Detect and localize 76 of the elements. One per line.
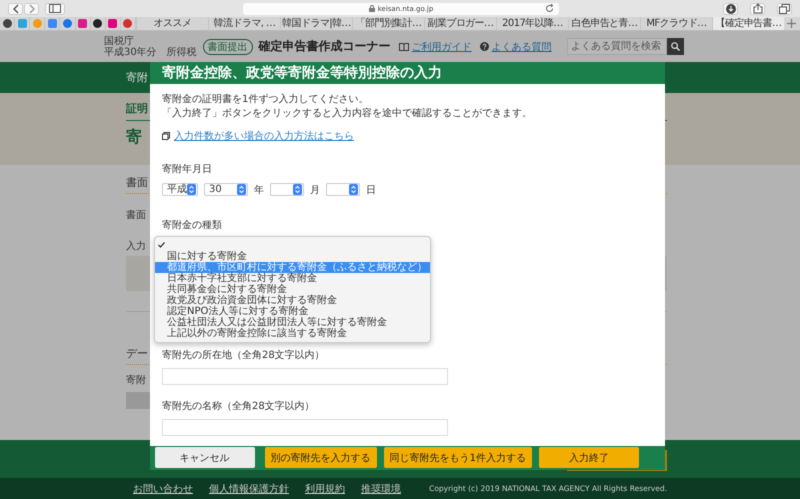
- browser-tab[interactable]: 「部門別集計…: [352, 17, 424, 30]
- search-icon: [671, 42, 680, 51]
- dropdown-option[interactable]: 日本赤十字社支部に対する寄附金: [155, 272, 430, 284]
- share-button[interactable]: [750, 2, 765, 14]
- unit-label: 月: [310, 184, 320, 197]
- chevron-right-icon: [28, 4, 36, 14]
- unit-label: 日: [366, 184, 376, 197]
- dialog-button[interactable]: キャンセル: [154, 447, 255, 468]
- tax-year: 平成30年分 所得税: [104, 46, 197, 58]
- back-button[interactable]: [8, 2, 23, 14]
- field-label: 寄附金の種類: [162, 218, 222, 232]
- dropdown-option[interactable]: 公益社団法人又は公益財団法人等に対する寄附金: [155, 316, 430, 328]
- lock-icon: [368, 5, 375, 12]
- section-heading: デー: [126, 346, 148, 361]
- footer-link[interactable]: お問い合わせ: [133, 482, 193, 496]
- sidebar-icon: [49, 4, 61, 13]
- text-field[interactable]: [162, 368, 448, 385]
- footer-link[interactable]: 個人情報保護方針: [209, 482, 289, 496]
- page-title: 寄: [126, 127, 142, 148]
- dropdown-option[interactable]: 共同募金会に対する寄附金: [155, 284, 430, 295]
- dropdown-option[interactable]: 政党及び政治資金団体に対する寄附金: [155, 294, 430, 306]
- browser-tab[interactable]: 白色申告と青…: [568, 17, 640, 30]
- dialog-title: 寄附金控除、政党等寄附金等特別控除の入力: [162, 64, 442, 82]
- footer-link[interactable]: 利用規約: [305, 482, 345, 496]
- browser-tab[interactable]: オススメ: [136, 17, 208, 30]
- tabs-button[interactable]: [777, 2, 792, 14]
- field-label: 寄附: [126, 374, 146, 387]
- search-button[interactable]: [667, 38, 684, 55]
- stepper-icon: [237, 184, 246, 196]
- field-label: 寄附年月日: [162, 162, 212, 176]
- browser-tab[interactable]: 副業ブロガー…: [424, 17, 496, 30]
- agency-name: 国税庁: [104, 36, 135, 46]
- footer-link[interactable]: 推奨環境: [361, 482, 401, 496]
- dialog-button[interactable]: 同じ寄附先をもう1件入力する: [384, 447, 532, 468]
- field-label: 寄附先の所在地（全角28文字以内）: [162, 348, 325, 362]
- instruction-text: 「入力終了」ボタンをクリックすると入力内容を途中で確認することができます。: [162, 106, 532, 121]
- select-field[interactable]: [270, 183, 304, 196]
- help-icon: [480, 42, 489, 51]
- download-button[interactable]: [723, 2, 738, 14]
- browser-tab[interactable]: 【確定申告書…: [712, 17, 784, 30]
- text-field[interactable]: [162, 418, 448, 436]
- section-heading: 書面: [126, 175, 148, 190]
- tabs-icon: [779, 4, 790, 14]
- dropdown-option[interactable]: 上記以外の寄附金控除に該当する寄附金: [155, 328, 430, 339]
- browser-tab[interactable]: 韓流ドラマ, …: [208, 17, 280, 30]
- field-label: 入力: [126, 240, 146, 253]
- field-label: 寄附先の名称（全角28文字以内）: [162, 400, 315, 413]
- window-icon: [162, 132, 170, 140]
- select-field[interactable]: 30: [204, 183, 248, 196]
- field-label: 書面: [126, 208, 146, 222]
- chevron-left-icon: [12, 4, 20, 14]
- dropdown-option[interactable]: 認定NPO法人等に対する寄附金: [155, 306, 430, 317]
- step-label: 証明: [126, 101, 148, 116]
- reload-icon[interactable]: [545, 4, 554, 13]
- browser-tab[interactable]: 2017年以降…: [496, 17, 568, 30]
- stepper-icon: [293, 184, 302, 196]
- unit-label: 年: [254, 184, 264, 197]
- site-title: 確定申告書作成コーナー: [258, 38, 391, 55]
- download-icon: [726, 4, 736, 14]
- stepper-icon: [187, 184, 196, 196]
- dialog-button[interactable]: 別の寄附先を入力する: [264, 447, 377, 468]
- new-tab-icon[interactable]: [787, 19, 796, 28]
- sidebar-button[interactable]: [45, 2, 65, 14]
- help-link[interactable]: 入力件数が多い場合の入力方法はこちら: [174, 128, 354, 143]
- select-field[interactable]: 平成: [162, 183, 198, 196]
- stepper-icon: [349, 184, 358, 196]
- nav-item[interactable]: 寄附: [126, 70, 148, 85]
- instruction-text: 寄附金の証明書を1件ずつ入力してください。: [162, 92, 368, 107]
- dropdown-option[interactable]: 国に対する寄附金: [155, 250, 430, 262]
- share-icon: [752, 3, 762, 14]
- browser-tab[interactable]: 韓国ドラマ|韓…: [280, 17, 352, 30]
- select-field[interactable]: [326, 183, 360, 196]
- book-icon: [398, 42, 409, 50]
- dialog-button[interactable]: 入力終了: [539, 447, 639, 468]
- search-field[interactable]: よくある質問を検索: [567, 38, 667, 55]
- mode-badge: 書面提出: [202, 38, 253, 54]
